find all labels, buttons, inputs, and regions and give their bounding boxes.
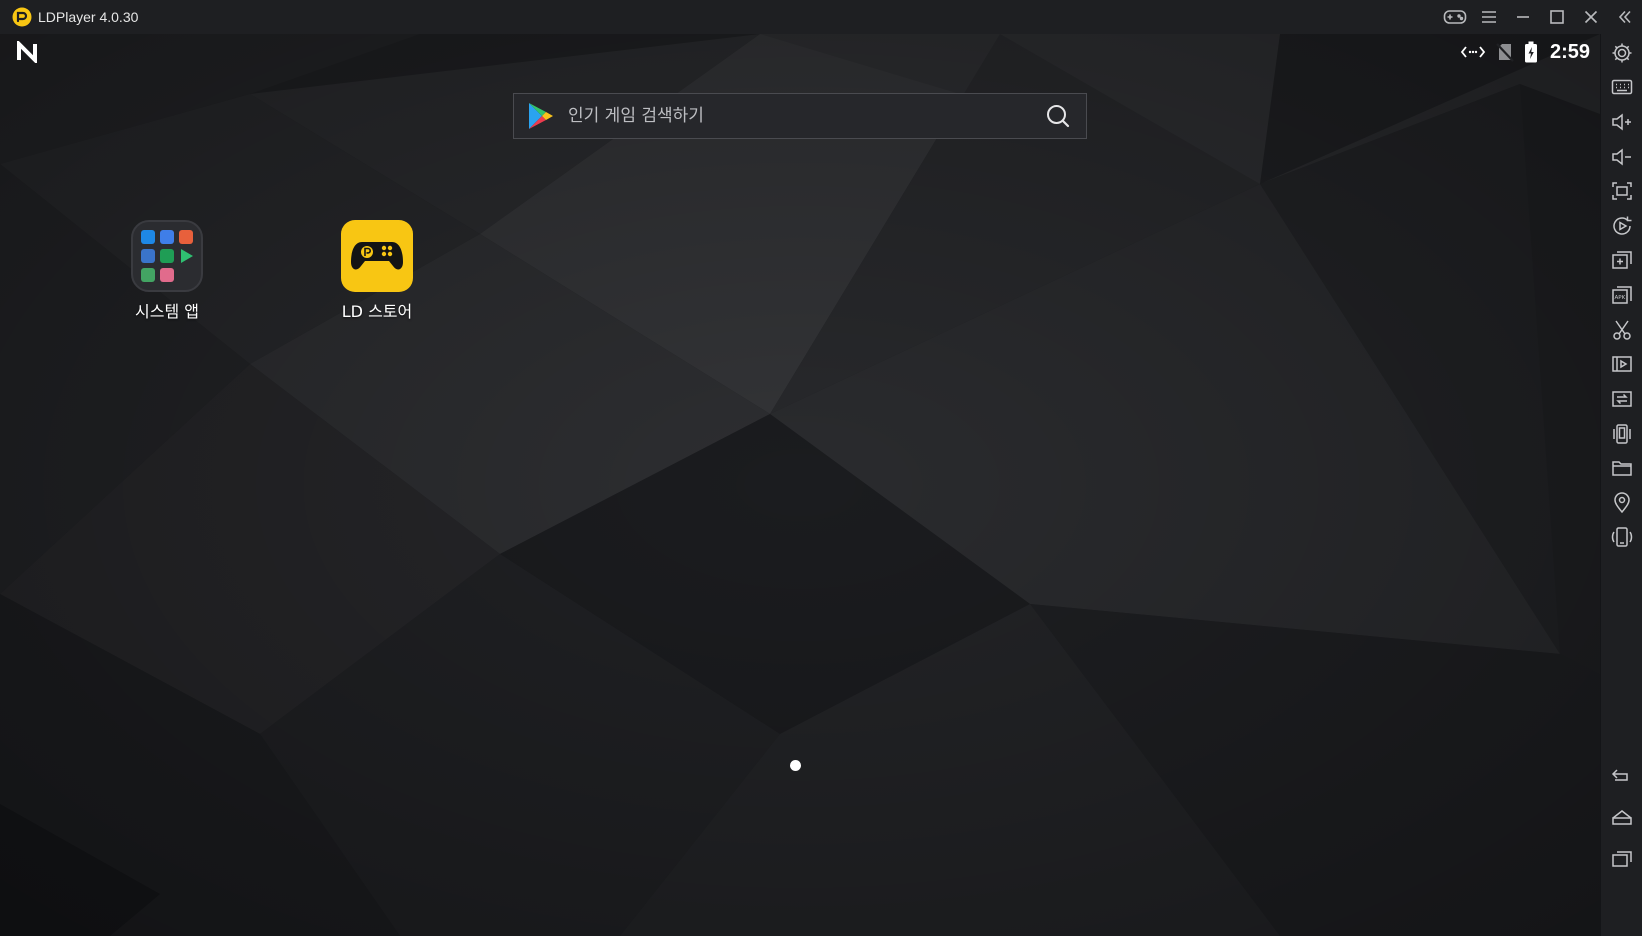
video-record-button[interactable] [1601,347,1642,381]
minimize-button[interactable] [1506,0,1540,34]
recent-apps-button[interactable] [1601,842,1642,876]
collapse-sidebar-icon [1618,10,1631,24]
svg-text:APK: APK [1615,295,1626,301]
maximize-button[interactable] [1540,0,1574,34]
back-icon [1611,769,1628,781]
shared-folder-button[interactable] [1601,451,1642,485]
page-indicator-dot[interactable] [790,760,801,771]
menu-icon [1482,11,1496,23]
title-bar: LDPlayer 4.0.30 [0,0,1642,35]
calendar-app-icon [179,230,193,244]
fullscreen-icon [1612,182,1632,200]
settings-app-icon [141,230,155,244]
location-icon [1614,492,1630,514]
right-toolbar: APK [1600,34,1642,936]
gamepad-icon [1443,10,1467,24]
shared-folder-icon [1612,461,1632,476]
home-button[interactable] [1601,800,1642,834]
volume-up-icon [1612,113,1631,131]
android-screen[interactable]: 2:59 인기 게임 검색하기 시스템 앱 LD 스토어 [0,34,1600,936]
n-logo-icon [17,41,37,63]
system-apps-label: 시스템 앱 [135,302,199,321]
recent-apps-icon [1612,851,1632,867]
play-store-icon [528,102,554,130]
browser-app-icon [160,230,174,244]
wallpaper [0,34,1600,936]
multi-instance-button[interactable] [1601,243,1642,277]
ld-store-app[interactable]: LD 스토어 [322,220,432,322]
minimize-icon [1517,16,1529,18]
operation-record-button[interactable] [1601,209,1642,243]
keyboard-mapping-icon [1611,79,1633,95]
sync-icon [1612,391,1632,407]
shake-icon [1613,424,1631,444]
multi-instance-icon [1612,251,1632,269]
fullscreen-button[interactable] [1601,174,1642,208]
status-bar-right: 2:59 [1460,38,1590,66]
operation-record-icon [1613,216,1632,235]
gamepad-button[interactable] [1438,0,1472,34]
search-icon [1047,105,1070,128]
ld-store-label: LD 스토어 [341,302,413,321]
back-button[interactable] [1601,758,1642,792]
window-controls [1438,0,1642,34]
video-record-icon [1612,356,1632,372]
location-button[interactable] [1601,486,1642,520]
screenshot-scissors-icon [1613,320,1631,340]
collapse-sidebar-button[interactable] [1608,0,1642,34]
download-app-icon [141,268,155,282]
settings-icon [1612,43,1632,63]
volume-up-button[interactable] [1601,105,1642,139]
volume-down-button[interactable] [1601,140,1642,174]
battery-charging-icon [1524,41,1537,63]
system-apps-folder[interactable]: 시스템 앱 [112,220,222,322]
maximize-icon [1550,10,1564,24]
flag-app-icon [160,249,174,263]
keyboard-mapping-button[interactable] [1601,70,1642,104]
screenshot-button[interactable] [1601,313,1642,347]
search-input[interactable] [568,101,1038,131]
gallery-app-icon [160,268,174,282]
window-title: LDPlayer 4.0.30 [38,9,139,25]
close-button[interactable] [1574,0,1608,34]
no-sim-icon [1496,43,1514,62]
system-apps-folder-icon [131,220,203,292]
install-apk-icon: APK [1612,286,1632,304]
rotate-icon [1611,527,1633,547]
settings-button[interactable] [1601,36,1642,70]
home-icon [1612,810,1632,825]
shake-button[interactable] [1601,417,1642,451]
ld-store-icon [341,220,413,292]
data-transfer-icon [1460,46,1486,58]
install-apk-button[interactable]: APK [1601,278,1642,312]
sync-button[interactable] [1601,382,1642,416]
menu-button[interactable] [1472,0,1506,34]
close-icon [1584,10,1598,24]
search-bar[interactable] [513,93,1087,139]
play-store-mini-icon [181,249,193,263]
rotate-button[interactable] [1601,520,1642,554]
volume-down-icon [1612,148,1631,166]
search-button[interactable] [1038,96,1078,136]
contacts-app-icon [141,249,155,263]
status-clock: 2:59 [1549,40,1590,63]
ldplayer-logo-icon [12,7,32,27]
